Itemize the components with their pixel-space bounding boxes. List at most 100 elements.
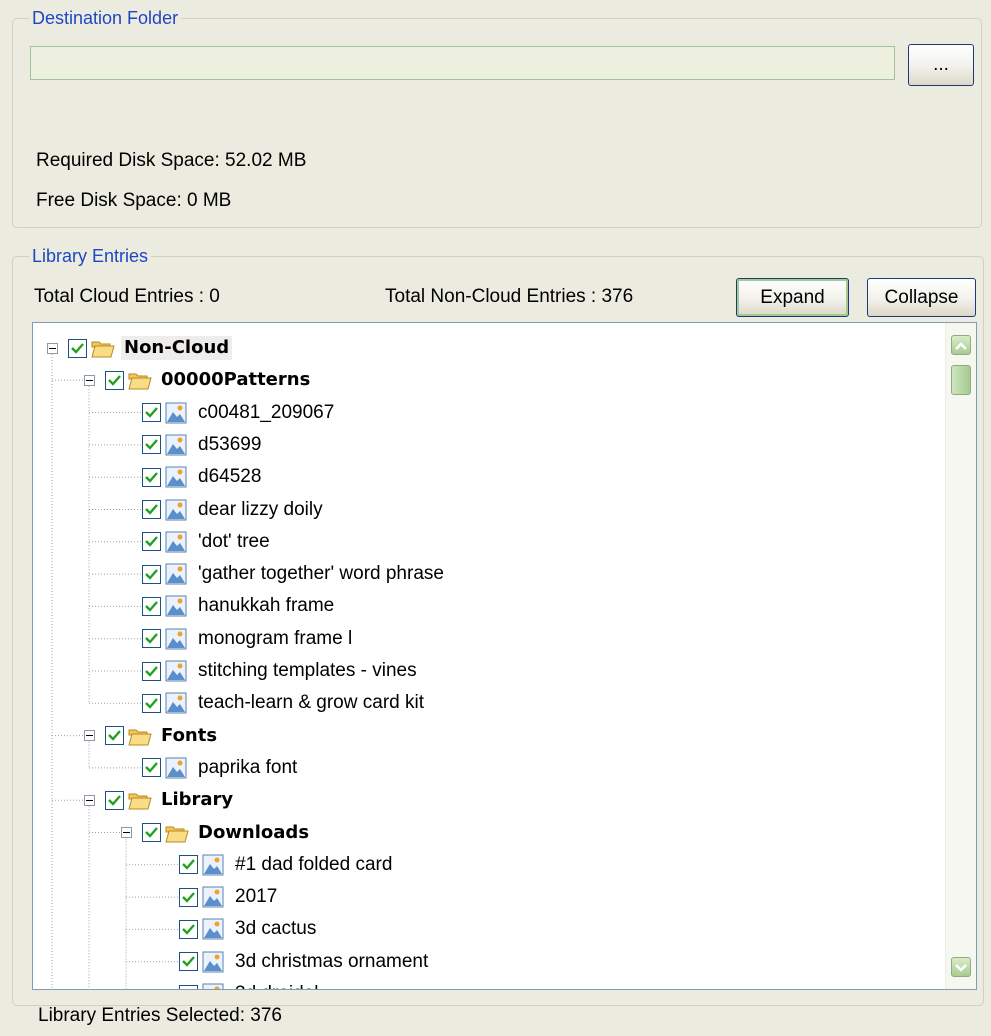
chevron-down-icon	[955, 956, 967, 978]
tree-item-node[interactable]: dear lizzy doily	[121, 494, 326, 526]
tree-item-node[interactable]: 2017	[158, 881, 280, 913]
tree-folder-node[interactable]: Fonts	[84, 720, 220, 752]
collapse-toggle-icon[interactable]	[47, 342, 58, 354]
library-entries-selected: Library Entries Selected: 376	[38, 1005, 282, 1026]
checkmark-icon	[145, 407, 158, 418]
tree-node-label: teach-learn & grow card kit	[198, 692, 424, 714]
tree-node-label: 'dot' tree	[198, 530, 270, 552]
tree-item-node[interactable]: hanukkah frame	[121, 590, 337, 622]
tree-item-node[interactable]: d64528	[121, 461, 264, 493]
scroll-up-button[interactable]	[951, 335, 971, 355]
tree-node-label: Downloads	[198, 821, 310, 843]
tree-item-node[interactable]: 'dot' tree	[121, 526, 273, 558]
tree-checkbox[interactable]	[105, 726, 124, 746]
tree-checkbox[interactable]	[142, 661, 161, 681]
tree-checkbox[interactable]	[105, 370, 124, 390]
scroll-thumb[interactable]	[951, 365, 971, 395]
tree-checkbox[interactable]	[142, 823, 161, 842]
collapse-button[interactable]: Collapse	[867, 278, 976, 317]
tree-node-label: monogram frame l	[198, 627, 353, 649]
image-icon	[202, 918, 226, 940]
checkmark-icon	[182, 859, 195, 871]
tree-checkbox[interactable]	[142, 403, 161, 423]
tree-checkbox[interactable]	[105, 790, 124, 810]
tree-item-node[interactable]: d53699	[121, 429, 264, 461]
image-icon	[165, 660, 189, 682]
tree-checkbox[interactable]	[142, 564, 161, 584]
tree-item-node[interactable]: #1 dad folded card	[158, 849, 395, 881]
checkmark-icon	[145, 698, 158, 709]
tree-folder-node[interactable]: Library	[84, 784, 236, 816]
tree-checkbox[interactable]	[142, 500, 161, 519]
tree-item-node[interactable]: 3d cactus	[158, 913, 319, 945]
tree-item-node[interactable]: 3d dreidel	[158, 978, 321, 989]
tree-checkbox[interactable]	[179, 855, 198, 875]
tree-folder-node[interactable]: Downloads	[121, 817, 312, 849]
image-icon	[202, 886, 226, 908]
tree-checkbox[interactable]	[179, 887, 198, 907]
checkmark-icon	[108, 375, 121, 386]
tree-node-label: 3d christmas ornament	[235, 950, 429, 972]
tree-checkbox[interactable]	[142, 435, 161, 455]
tree-checkbox[interactable]	[179, 952, 198, 972]
folder-open-icon	[128, 789, 152, 811]
tree-checkbox[interactable]	[179, 919, 198, 939]
tree-node-label: 00000Patterns	[161, 369, 311, 391]
tree-node-label: #1 dad folded card	[235, 853, 393, 875]
image-icon	[202, 854, 226, 876]
vertical-scrollbar[interactable]	[945, 323, 976, 989]
tree-node-label: 2017	[235, 886, 278, 908]
tree-item-node[interactable]: paprika font	[121, 752, 300, 784]
scroll-down-button[interactable]	[951, 957, 971, 977]
checkmark-icon	[182, 956, 195, 967]
checkmark-icon	[145, 762, 158, 774]
checkmark-icon	[145, 568, 158, 580]
required-disk-space: Required Disk Space: 52.02 MB	[36, 150, 307, 171]
image-icon	[165, 499, 189, 521]
destination-path-input[interactable]	[30, 46, 895, 80]
collapse-toggle-icon[interactable]	[84, 794, 95, 806]
checkmark-icon	[145, 504, 158, 515]
tree-node-label: Library	[161, 789, 234, 811]
checkmark-icon	[145, 827, 158, 838]
tree-checkbox[interactable]	[68, 338, 87, 358]
tree-item-node[interactable]: 3d christmas ornament	[158, 946, 431, 978]
tree-folder-node[interactable]: 00000Patterns	[84, 364, 313, 396]
expand-button[interactable]: Expand	[736, 278, 849, 317]
tree-item-node[interactable]: teach-learn & grow card kit	[121, 687, 427, 719]
image-icon	[165, 595, 189, 617]
tree-checkbox[interactable]	[142, 596, 161, 616]
total-cloud-entries: Total Cloud Entries : 0	[34, 286, 220, 307]
checkmark-icon	[145, 601, 158, 612]
image-icon	[165, 692, 189, 714]
tree-checkbox[interactable]	[142, 758, 161, 778]
collapse-toggle-icon[interactable]	[84, 730, 95, 742]
collapse-toggle-icon[interactable]	[84, 374, 95, 386]
total-noncloud-entries: Total Non-Cloud Entries : 376	[385, 286, 634, 307]
tree-node-label: stitching templates - vines	[198, 660, 417, 681]
tree-node-label: Fonts	[161, 724, 218, 746]
tree-checkbox[interactable]	[179, 984, 198, 989]
tree-folder-node[interactable]: Non-Cloud	[47, 332, 233, 364]
checkmark-icon	[182, 924, 195, 935]
browse-button[interactable]: ...	[908, 44, 974, 86]
tree-checkbox[interactable]	[142, 467, 161, 487]
image-icon	[165, 757, 189, 779]
tree-item-node[interactable]: c00481_209067	[121, 397, 337, 429]
tree-checkbox[interactable]	[142, 693, 161, 713]
tree-checkbox[interactable]	[142, 629, 161, 649]
collapse-toggle-icon[interactable]	[121, 827, 132, 838]
library-tree[interactable]: Non-Cloud 00000Patterns c00481_209067 d5369…	[32, 322, 977, 990]
tree-item-node[interactable]: 'gather together' word phrase	[121, 558, 447, 590]
free-disk-space: Free Disk Space: 0 MB	[36, 190, 232, 211]
image-icon	[202, 983, 226, 989]
tree-item-node[interactable]: monogram frame l	[121, 623, 355, 655]
tree-node-label: d53699	[198, 433, 262, 455]
image-icon	[165, 563, 189, 585]
checkmark-icon	[145, 536, 158, 548]
tree-checkbox[interactable]	[142, 532, 161, 552]
checkmark-icon	[108, 730, 121, 741]
tree-item-node[interactable]: stitching templates - vines	[121, 655, 420, 687]
image-icon	[165, 628, 189, 650]
checkmark-icon	[145, 665, 158, 677]
